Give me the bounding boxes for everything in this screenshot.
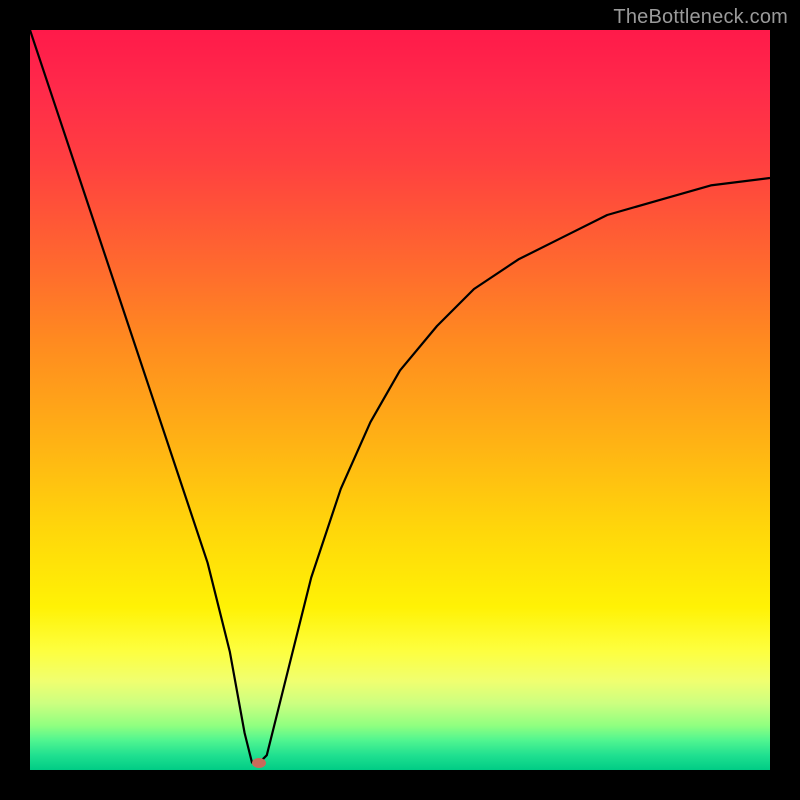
- plot-area: [30, 30, 770, 770]
- chart-frame: TheBottleneck.com: [0, 0, 800, 800]
- bottleneck-curve: [30, 30, 770, 770]
- watermark-text: TheBottleneck.com: [613, 6, 788, 29]
- optimal-point-marker: [252, 758, 266, 768]
